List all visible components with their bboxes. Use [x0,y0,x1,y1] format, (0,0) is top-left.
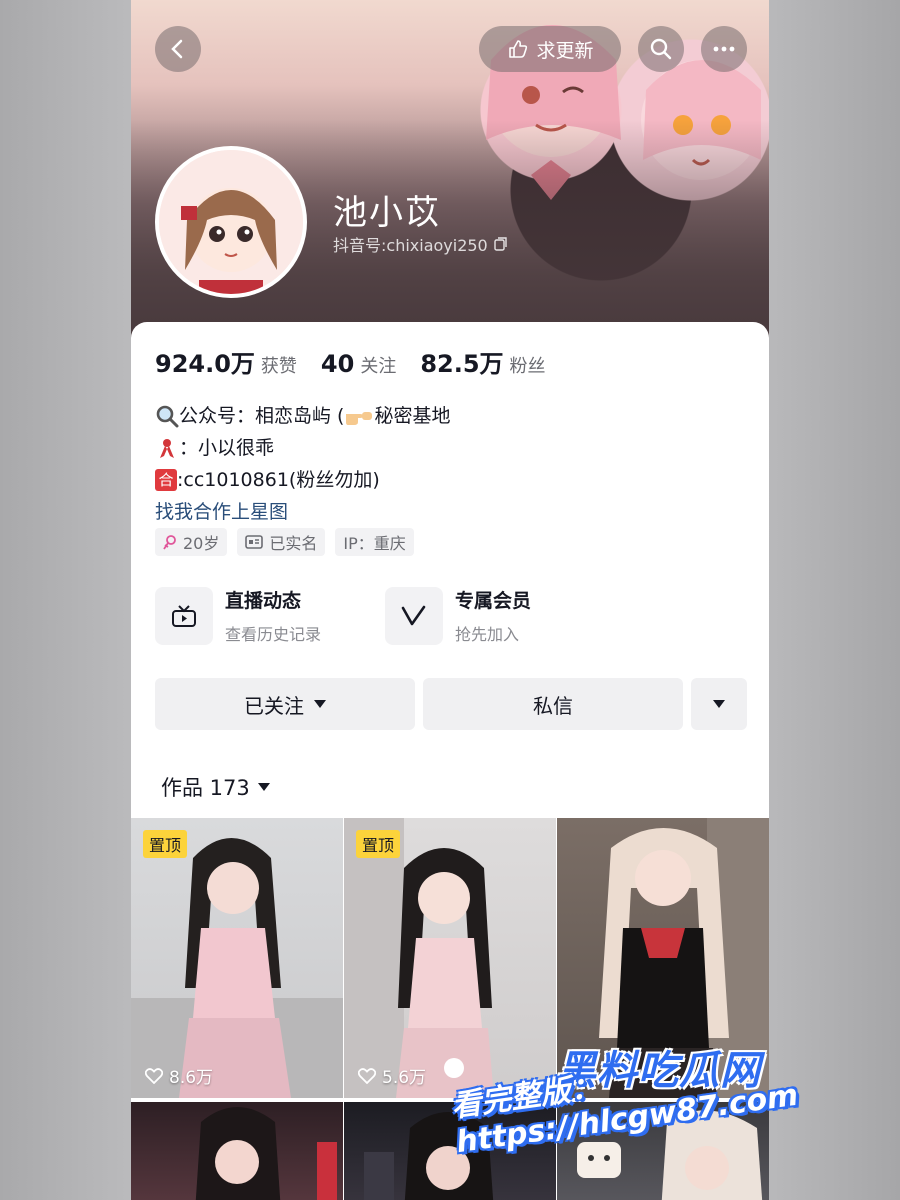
video-thumbnail[interactable]: 置顶 8.6万 [131,818,343,1098]
bio: 公众号：相恋岛屿 ( 秘密基地 ：小以很乖 合 :cc1010861(粉丝勿加)… [155,400,745,528]
profile-screen: 求更新 池小苡 抖音号:chixiaoyi250 924.0万 获赞 40 关注… [131,0,769,1200]
age-text: 20岁 [183,534,220,553]
message-label: 私信 [533,693,573,718]
live-history-entry[interactable]: 直播动态 查看历史记录 [155,586,321,645]
more-actions-button[interactable] [691,678,747,730]
avatar-illustration [159,150,303,294]
magnifier-emoji-icon [156,405,179,428]
followed-label: 已关注 [244,693,304,718]
action-row: 已关注 私信 [155,678,747,730]
request-update-label: 求更新 [536,39,594,62]
followers-count[interactable]: 82.5万 [420,344,503,379]
profile-banner: 求更新 池小苡 抖音号:chixiaoyi250 [131,0,769,340]
followed-button[interactable]: 已关注 [155,678,415,730]
caret-down-icon [713,700,725,708]
verified-text: 已实名 [269,534,318,553]
caret-down-icon [257,783,270,791]
video-likes: 5.6万 [358,1063,426,1088]
avatar[interactable] [155,146,307,298]
id-card-icon [245,535,264,549]
bio-line-1-tail: 秘密基地 [374,405,451,427]
member-subtitle: 抢先加入 [455,625,520,644]
verified-tag: 已实名 [237,528,326,556]
bio-line-2-text: ：小以很乖 [179,437,275,459]
video-likes-count: 5.6万 [382,1068,427,1088]
profile-tags: 20岁 已实名 IP：重庆 [155,528,414,556]
works-tab[interactable]: 作品 173 [161,772,270,802]
video-likes-count: 8.6万 [169,1068,214,1088]
username: 池小苡 [333,193,441,233]
likes-label: 获赞 [260,356,297,377]
bio-line-1: 公众号：相恋岛屿 ( 秘密基地 [155,400,745,432]
following-label[interactable]: 关注 [360,352,396,378]
message-button[interactable]: 私信 [423,678,683,730]
video-thumbnail-image [344,818,494,1098]
stats-row: 924.0万 获赞 40 关注 82.5万 粉丝 [155,344,570,379]
more-button[interactable] [701,26,747,72]
followers-label[interactable]: 粉丝 [510,352,546,378]
female-icon [163,535,176,550]
video-thumbnail[interactable] [131,1102,343,1200]
chevron-left-icon [171,39,183,59]
douyin-id-text: 抖音号:chixiaoyi250 [333,236,488,255]
live-title: 直播动态 [225,590,302,612]
pointing-hand-emoji-icon [346,412,373,425]
more-dots-icon [713,46,735,52]
heart-icon [145,1067,163,1084]
live-tv-icon [155,586,213,645]
search-button[interactable] [638,26,684,72]
back-button[interactable] [155,26,201,72]
membership-entry[interactable]: 专属会员 抢先加入 [385,586,531,645]
works-label: 作品 173 [161,776,250,800]
pinned-badge: 置顶 [143,830,188,858]
douyin-id[interactable]: 抖音号:chixiaoyi250 [333,232,508,256]
request-update-button[interactable]: 求更新 [479,26,621,72]
video-thumbnail[interactable]: 置顶 5.6万 [344,818,556,1098]
member-title: 专属会员 [455,590,532,612]
pinned-badge: 置顶 [356,830,401,858]
following-count[interactable]: 40 [321,350,354,378]
heart-icon [358,1067,376,1084]
search-icon [650,38,672,60]
ribbon-emoji-icon [160,439,174,458]
ip-text: IP：重庆 [343,534,406,553]
video-likes: 8.6万 [145,1063,213,1088]
video-thumbnail-image [195,1107,337,1200]
video-thumbnail-image [131,838,343,1098]
likes-count: 924.0万 [155,350,255,378]
video-grid: 置顶 8.6万 置顶 5.6万 [131,818,769,1200]
bio-line-3-text: :cc1010861(粉丝勿加) [177,469,380,491]
age-tag: 20岁 [155,528,228,556]
pass-badge-icon: 合 [155,469,177,491]
collab-link[interactable]: 找我合作上星图 [155,496,745,528]
thumb-icon [509,40,528,58]
bio-line-3: 合 :cc1010861(粉丝勿加) [155,464,745,496]
live-subtitle: 查看历史记录 [225,625,322,644]
caret-down-icon [314,700,326,708]
bio-line-2: ：小以很乖 [155,432,745,464]
ip-tag: IP：重庆 [335,528,414,556]
copy-icon[interactable] [494,237,508,251]
bio-line-1-text: 公众号：相恋岛屿 ( [179,405,345,427]
member-v-icon [385,586,443,645]
